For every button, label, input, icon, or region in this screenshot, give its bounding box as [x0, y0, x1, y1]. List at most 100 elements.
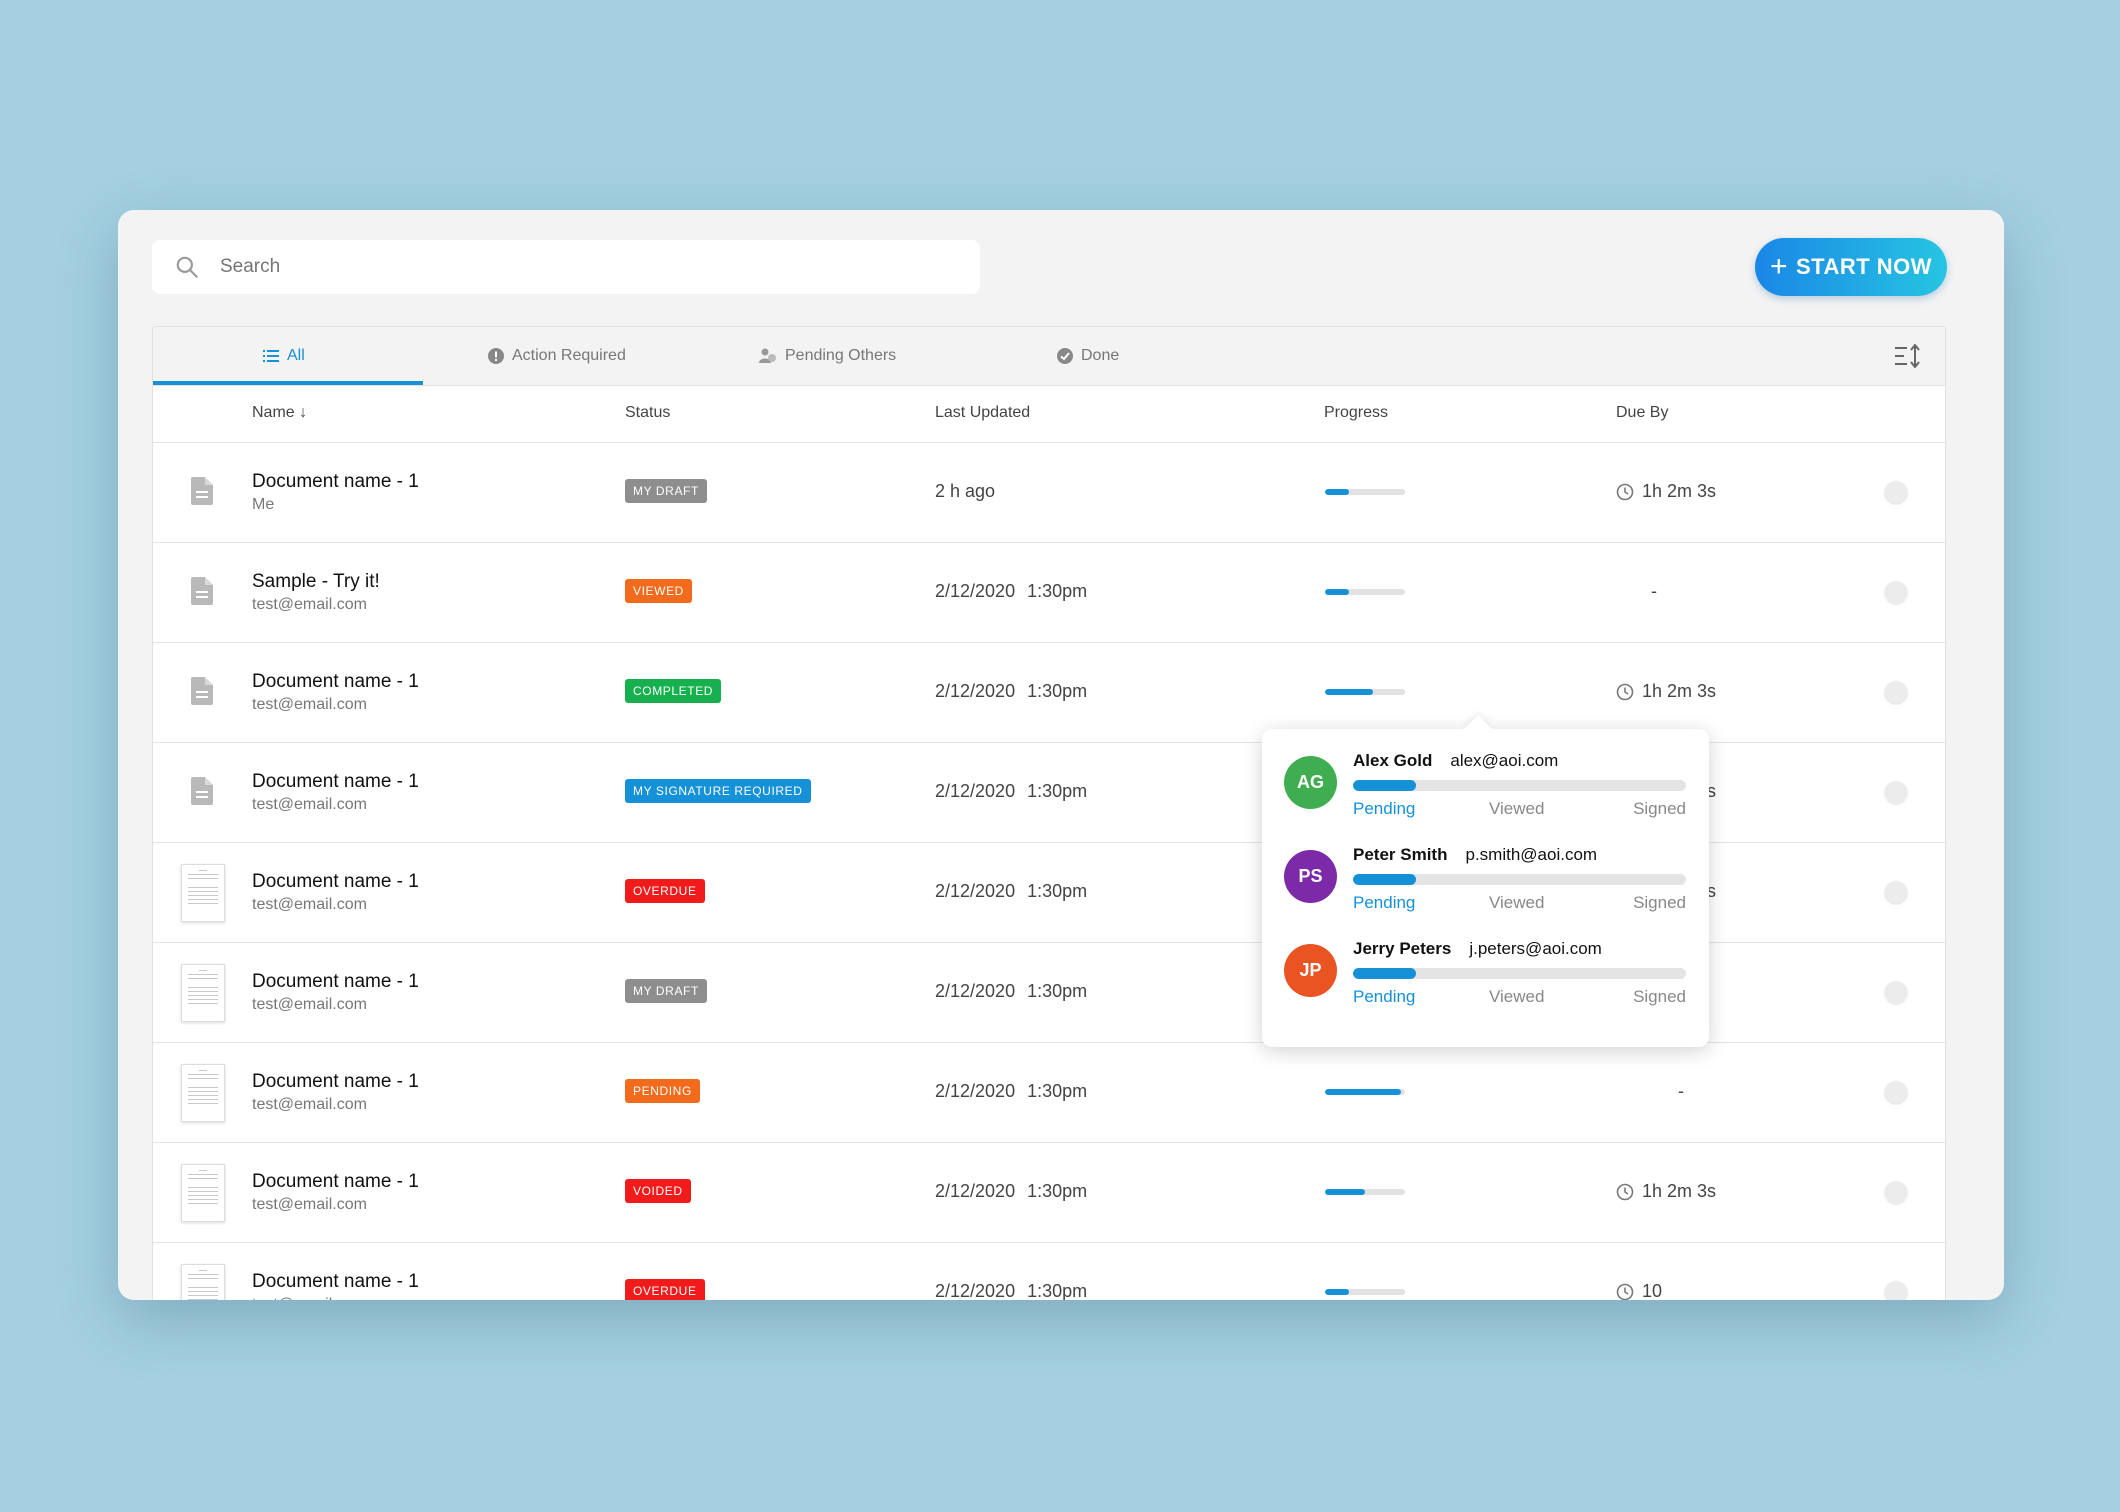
more-options-button[interactable]	[1884, 781, 1908, 805]
last-updated-time: 1:30pm	[1027, 1181, 1087, 1201]
clock-icon	[1616, 683, 1634, 701]
column-progress-header[interactable]: Progress	[1324, 404, 1388, 422]
last-updated: 2 h ago	[935, 481, 1007, 502]
step-signed: Signed	[1633, 893, 1686, 913]
document-icon	[191, 577, 213, 605]
tab-done-label: Done	[1081, 347, 1119, 365]
progress-bar[interactable]	[1325, 689, 1405, 695]
document-icon	[191, 477, 213, 505]
more-options-button[interactable]	[1884, 1181, 1908, 1205]
document-name[interactable]: Document name - 1	[252, 1271, 419, 1293]
document-name[interactable]: Document name - 1	[252, 971, 419, 993]
plus-icon: +	[1770, 252, 1788, 282]
tab-all[interactable]: All	[263, 327, 305, 385]
tab-done[interactable]: Done	[1057, 327, 1119, 385]
last-updated: 2/12/20201:30pm	[935, 781, 1087, 802]
step-signed: Signed	[1633, 987, 1686, 1007]
more-options-button[interactable]	[1884, 581, 1908, 605]
step-viewed: Viewed	[1489, 893, 1544, 913]
sort-icon[interactable]	[1895, 344, 1921, 368]
step-viewed: Viewed	[1489, 799, 1544, 819]
document-name[interactable]: Document name - 1	[252, 471, 419, 493]
user-clock-icon	[759, 348, 777, 364]
due-by-value: -	[1651, 581, 1657, 602]
tab-action-required[interactable]: Action Required	[488, 327, 626, 385]
column-status-header[interactable]: Status	[625, 404, 670, 422]
document-owner: test@email.com	[252, 696, 367, 714]
progress-bar[interactable]	[1325, 489, 1405, 495]
document-owner: test@email.com	[252, 1096, 367, 1114]
status-badge: OVERDUE	[625, 1279, 705, 1300]
progress-bar[interactable]	[1325, 1289, 1405, 1295]
clock-icon	[1616, 483, 1634, 501]
column-due-by-header[interactable]: Due By	[1616, 404, 1668, 422]
tab-pending-others[interactable]: Pending Others	[759, 327, 896, 385]
more-options-button[interactable]	[1884, 481, 1908, 505]
document-name[interactable]: Document name - 1	[252, 671, 419, 693]
progress-bar[interactable]	[1325, 1089, 1405, 1095]
document-owner: test@email.com	[252, 1196, 367, 1214]
document-name[interactable]: Sample - Try it!	[252, 571, 380, 593]
last-updated: 2/12/20201:30pm	[935, 881, 1087, 902]
last-updated-time: 1:30pm	[1027, 681, 1087, 701]
table-row[interactable]: Sample - Try it! test@email.com VIEWED 2…	[153, 543, 1945, 643]
signer-progress-fill	[1353, 874, 1416, 885]
progress-bar[interactable]	[1325, 589, 1405, 595]
more-options-button[interactable]	[1884, 681, 1908, 705]
status-badge: MY DRAFT	[625, 479, 707, 503]
more-options-button[interactable]	[1884, 1081, 1908, 1105]
search-input[interactable]	[218, 255, 922, 279]
status-badge: MY SIGNATURE REQUIRED	[625, 779, 811, 803]
signer-item: AG Alex Goldalex@aoi.com Pending Viewed …	[1284, 737, 1694, 817]
check-circle-icon	[1057, 348, 1073, 364]
last-updated: 2/12/2020 1:30pm	[935, 581, 1087, 602]
document-name[interactable]: Document name - 1	[252, 871, 419, 893]
table-row[interactable]: Document name - 1 test@email.com COMPLET…	[153, 643, 1945, 743]
signer-name: Peter Smithp.smith@aoi.com	[1353, 845, 1597, 865]
last-updated-date: 2/12/2020	[935, 681, 1015, 701]
last-updated: 2/12/20201:30pm	[935, 1281, 1087, 1300]
table-row[interactable]: Document name - 1 test@email.com OVERDUE…	[153, 1243, 1945, 1300]
column-last-updated-header[interactable]: Last Updated	[935, 404, 1030, 422]
avatar: AG	[1284, 756, 1337, 809]
document-name[interactable]: Document name - 1	[252, 1071, 419, 1093]
status-badge: PENDING	[625, 1079, 700, 1103]
signer-name: Jerry Petersj.peters@aoi.com	[1353, 939, 1602, 959]
column-name-header[interactable]: Name ↓	[252, 404, 307, 422]
table-row[interactable]: Document name - 1 test@email.com VOIDED …	[153, 1143, 1945, 1243]
table-row[interactable]: Document name - 1 test@email.com PENDING…	[153, 1043, 1945, 1143]
search-bar[interactable]	[152, 240, 980, 294]
last-updated-date: 2/12/2020	[935, 1181, 1015, 1201]
start-now-button[interactable]: + START NOW	[1755, 238, 1947, 296]
progress-fill	[1325, 1189, 1365, 1195]
document-thumbnail	[181, 1264, 225, 1300]
due-by: 1h 2m 3s	[1616, 681, 1716, 702]
document-icon	[191, 777, 213, 805]
step-pending: Pending	[1353, 893, 1415, 913]
document-owner: test@email.com	[252, 596, 367, 614]
document-owner: test@email.com	[252, 796, 367, 814]
more-options-button[interactable]	[1884, 881, 1908, 905]
document-name[interactable]: Document name - 1	[252, 771, 419, 793]
clock-icon	[1616, 1283, 1634, 1301]
last-updated-time: 1:30pm	[1027, 981, 1087, 1001]
document-thumbnail	[181, 1064, 225, 1122]
last-updated-date: 2/12/2020	[935, 581, 1015, 601]
signer-email: j.peters@aoi.com	[1469, 939, 1602, 958]
signer-email: p.smith@aoi.com	[1465, 845, 1597, 864]
progress-bar[interactable]	[1325, 1189, 1405, 1195]
table-row[interactable]: Document name - 1 Me MY DRAFT 2 h ago 1h…	[153, 443, 1945, 543]
filter-tabs: All Action Required Pending Others Done	[153, 327, 1945, 386]
tab-all-label: All	[287, 347, 305, 365]
more-options-button[interactable]	[1884, 981, 1908, 1005]
more-options-button[interactable]	[1884, 1281, 1908, 1300]
document-owner: Me	[252, 496, 274, 514]
document-name[interactable]: Document name - 1	[252, 1171, 419, 1193]
due-by-value: 1h 2m 3s	[1642, 481, 1716, 502]
due-by-value: 1h 2m 3s	[1642, 1181, 1716, 1202]
document-thumbnail	[181, 964, 225, 1022]
last-updated-time: 1:30pm	[1027, 581, 1087, 601]
last-updated: 2/12/2020 1:30pm	[935, 681, 1087, 702]
signer-progress-bar	[1353, 780, 1686, 791]
last-updated-time: 1:30pm	[1027, 1281, 1087, 1300]
